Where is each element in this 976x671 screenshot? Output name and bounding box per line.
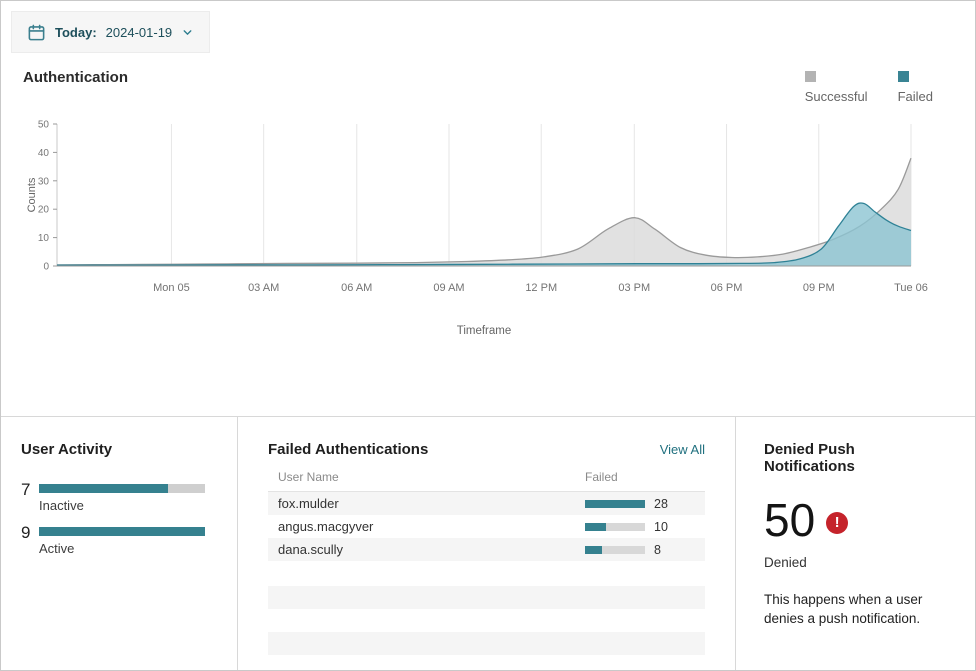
svg-text:Timeframe: Timeframe [457, 325, 512, 337]
failed-bar [585, 500, 645, 508]
table-empty-row [268, 586, 705, 609]
chart-legend: Successful Failed [805, 71, 933, 104]
denied-count: 50 [764, 497, 815, 543]
exclamation-circle-icon: ! [826, 512, 848, 534]
failed-count-cell: 28 [654, 497, 668, 511]
authentication-panel: Authentication Successful Failed 0102030… [1, 69, 975, 354]
svg-text:03 PM: 03 PM [618, 282, 650, 294]
view-all-link[interactable]: View All [660, 442, 705, 457]
svg-text:12 PM: 12 PM [525, 282, 557, 294]
failed-bar [585, 546, 645, 554]
svg-text:09 AM: 09 AM [433, 282, 464, 294]
column-header-user-name: User Name [278, 470, 585, 484]
user-activity-label: Inactive [39, 498, 217, 513]
table-header-row: User Name Failed [268, 470, 705, 492]
legend-swatch [805, 71, 816, 82]
denied-push-panel: Denied Push Notifications 50 ! Denied Th… [736, 417, 975, 670]
svg-text:03 AM: 03 AM [248, 282, 279, 294]
user-activity-bar [39, 527, 205, 536]
failed-auth-title: Failed Authentications [268, 441, 428, 458]
failed-authentications-panel: Failed Authentications View All User Nam… [238, 417, 736, 670]
user-activity-value: 7 [21, 481, 32, 513]
legend-item-failed[interactable]: Failed [898, 71, 933, 104]
svg-text:50: 50 [38, 120, 50, 131]
user-activity-bar-fill [39, 527, 205, 536]
svg-text:06 PM: 06 PM [711, 282, 743, 294]
user-activity-bar-fill [39, 484, 168, 493]
user-activity-panel: User Activity 7 Inactive 9 Active [1, 417, 238, 670]
auth-chart: 0 10 20 30 40 50 Mon 05 03 AM 06 AM 09 AM 12 PM 03 … [23, 116, 943, 354]
svg-text:40: 40 [38, 148, 50, 159]
svg-text:Mon 05: Mon 05 [153, 282, 190, 294]
svg-text:Tue 06: Tue 06 [894, 282, 928, 294]
bottom-panels: User Activity 7 Inactive 9 Active [1, 416, 975, 670]
svg-text:09 PM: 09 PM [803, 282, 835, 294]
table-row: fox.mulder 28 [268, 492, 705, 515]
date-picker[interactable]: Today: 2024-01-19 [11, 11, 210, 53]
svg-text:30: 30 [38, 176, 50, 187]
svg-text:0: 0 [43, 262, 49, 273]
user-activity-row: 7 Inactive [21, 484, 217, 513]
user-name-cell: fox.mulder [278, 496, 585, 511]
legend-label: Failed [898, 89, 933, 104]
table-row: dana.scully 8 [268, 538, 705, 561]
user-activity-row: 9 Active [21, 527, 217, 556]
top-bar: Today: 2024-01-19 [1, 1, 975, 53]
table-empty-row [268, 632, 705, 655]
date-value: 2024-01-19 [106, 25, 173, 40]
svg-text:10: 10 [38, 233, 50, 244]
legend-swatch [898, 71, 909, 82]
failed-bar-fill [585, 546, 602, 554]
user-activity-title: User Activity [21, 441, 217, 458]
svg-text:Counts: Counts [26, 177, 38, 212]
column-header-failed: Failed [585, 470, 695, 484]
failed-count-cell: 8 [654, 543, 661, 557]
failed-bar-fill [585, 500, 645, 508]
user-activity-label: Active [39, 541, 217, 556]
failed-auth-table: User Name Failed fox.mulder 28 angus.mac… [268, 470, 705, 655]
svg-text:06 AM: 06 AM [341, 282, 372, 294]
legend-item-successful[interactable]: Successful [805, 71, 868, 104]
chevron-down-icon [181, 26, 194, 39]
date-prefix-label: Today: [55, 25, 97, 40]
calendar-icon [27, 23, 46, 42]
legend-label: Successful [805, 89, 868, 104]
denied-description: This happens when a user denies a push n… [764, 591, 949, 629]
failed-bar [585, 523, 645, 531]
dashboard-page: Today: 2024-01-19 Authentication Success… [0, 0, 976, 671]
user-activity-value: 9 [21, 524, 32, 556]
denied-label: Denied [764, 555, 949, 570]
user-activity-bar [39, 484, 205, 493]
table-row: angus.macgyver 10 [268, 515, 705, 538]
user-name-cell: dana.scully [278, 542, 585, 557]
failed-count-cell: 10 [654, 520, 668, 534]
svg-text:20: 20 [38, 205, 50, 216]
user-name-cell: angus.macgyver [278, 519, 585, 534]
denied-push-title: Denied Push Notifications [764, 441, 949, 475]
failed-bar-fill [585, 523, 606, 531]
